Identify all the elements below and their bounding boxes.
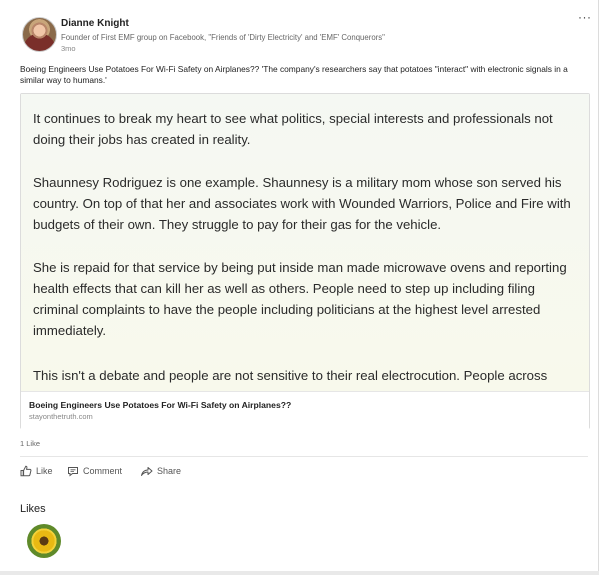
- article-paragraph: Shaunnesy Rodriguez is one example. Shau…: [33, 175, 571, 232]
- share-label: Share: [157, 466, 182, 476]
- liker-avatar[interactable]: [27, 524, 61, 558]
- author-avatar[interactable]: [22, 17, 57, 52]
- share-button[interactable]: Share: [140, 465, 181, 477]
- actions-divider: [20, 456, 588, 457]
- comment-label: Comment: [83, 466, 123, 476]
- post-text: Boeing Engineers Use Potatoes For Wi-Fi …: [20, 64, 568, 85]
- share-icon: [140, 465, 153, 477]
- shared-article-card[interactable]: It continues to break my heart to see wh…: [20, 93, 590, 429]
- post-age: 3mo: [61, 44, 76, 53]
- article-paragraph: It continues to break my heart to see wh…: [33, 111, 553, 147]
- article-paragraph: She is repaid for that service by being …: [33, 260, 567, 338]
- comment-button[interactable]: Comment: [67, 465, 122, 477]
- likes-count[interactable]: 1 Like: [20, 439, 40, 448]
- likes-heading: Likes: [20, 503, 46, 515]
- article-paragraph: This isn't a debate and people are not s…: [33, 368, 548, 383]
- article-preview: It continues to break my heart to see wh…: [21, 94, 589, 391]
- article-link-footer[interactable]: Boeing Engineers Use Potatoes For Wi-Fi …: [21, 391, 589, 429]
- like-label: Like: [36, 466, 53, 476]
- more-options-button[interactable]: ···: [578, 10, 592, 24]
- author-headline: Founder of First EMF group on Facebook, …: [61, 33, 385, 42]
- thumbs-up-icon: [20, 465, 32, 477]
- author-name[interactable]: Dianne Knight: [61, 18, 129, 29]
- article-domain: stayonthetruth.com: [29, 412, 93, 421]
- comment-icon: [67, 465, 79, 477]
- article-title[interactable]: Boeing Engineers Use Potatoes For Wi-Fi …: [29, 400, 291, 410]
- bottom-border: [0, 571, 599, 575]
- like-button[interactable]: Like: [20, 465, 53, 477]
